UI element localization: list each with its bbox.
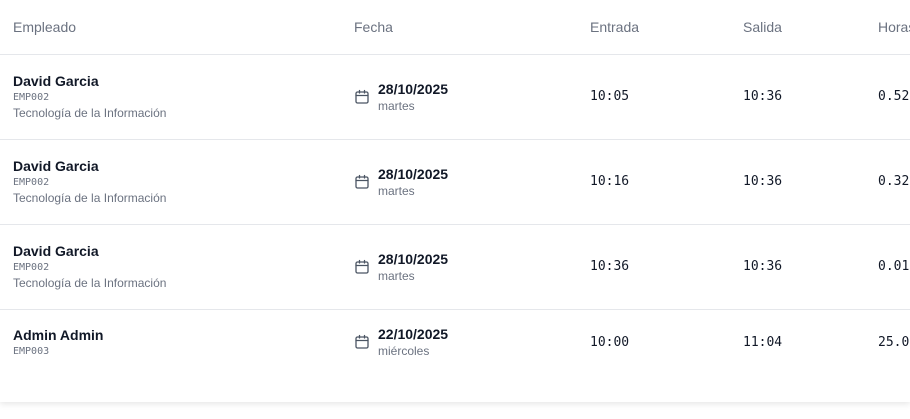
entrada-time: 10:05 bbox=[590, 89, 630, 104]
employee-cell: David Garcia EMP002 Tecnología de la Inf… bbox=[0, 139, 341, 224]
employee-name: David Garcia bbox=[13, 243, 99, 259]
header-fecha[interactable]: Fecha bbox=[341, 0, 577, 55]
header-salida[interactable]: Salida bbox=[730, 0, 865, 55]
date-cell: 22/10/2025 miércoles bbox=[341, 309, 577, 375]
attendance-card: Empleado Fecha Entrada Salida Horas Davi… bbox=[0, 0, 910, 402]
employee-code: EMP002 bbox=[13, 177, 50, 188]
weekday-value: martes bbox=[378, 268, 415, 283]
weekday-value: miércoles bbox=[378, 344, 430, 359]
header-entrada[interactable]: Entrada bbox=[577, 0, 730, 55]
date-cell: 28/10/2025 martes bbox=[341, 139, 577, 224]
header-horas[interactable]: Horas bbox=[865, 0, 910, 55]
employee-code: EMP002 bbox=[13, 92, 50, 103]
employee-cell: David Garcia EMP002 Tecnología de la Inf… bbox=[0, 224, 341, 309]
attendance-table: Empleado Fecha Entrada Salida Horas Davi… bbox=[0, 0, 910, 375]
employee-name: David Garcia bbox=[13, 73, 99, 89]
date-value: 22/10/2025 bbox=[378, 326, 449, 343]
salida-time: 10:36 bbox=[743, 174, 783, 189]
salida-time: 10:36 bbox=[743, 259, 783, 274]
table-header-row: Empleado Fecha Entrada Salida Horas bbox=[0, 0, 910, 55]
table-row[interactable]: David Garcia EMP002 Tecnología de la Inf… bbox=[0, 54, 910, 139]
horas-value: 0.52h bbox=[878, 89, 910, 104]
employee-code: EMP003 bbox=[13, 345, 50, 357]
employee-name: David Garcia bbox=[13, 158, 99, 174]
horas-value: 0.32h bbox=[878, 174, 910, 189]
date-cell: 28/10/2025 martes bbox=[341, 54, 577, 139]
salida-time: 11:04 bbox=[743, 334, 783, 350]
employee-code: EMP002 bbox=[13, 262, 50, 273]
header-empleado[interactable]: Empleado bbox=[0, 0, 341, 55]
employee-cell: Admin Admin EMP003 bbox=[0, 309, 341, 375]
entrada-time: 10:16 bbox=[590, 174, 630, 189]
salida-time: 10:36 bbox=[743, 89, 783, 104]
employee-department: Tecnología de la Información bbox=[13, 276, 167, 290]
table-row[interactable]: Admin Admin EMP003 22/10/2025 miércoles … bbox=[0, 309, 910, 375]
table-row[interactable]: David Garcia EMP002 Tecnología de la Inf… bbox=[0, 224, 910, 309]
table-row[interactable]: David Garcia EMP002 Tecnología de la Inf… bbox=[0, 139, 910, 224]
entrada-time: 10:36 bbox=[590, 259, 630, 274]
employee-department: Tecnología de la Información bbox=[13, 106, 167, 120]
date-value: 28/10/2025 bbox=[378, 250, 449, 267]
weekday-value: martes bbox=[378, 183, 415, 198]
entrada-time: 10:00 bbox=[590, 334, 630, 350]
weekday-value: martes bbox=[378, 98, 415, 113]
calendar-icon bbox=[354, 259, 370, 275]
calendar-icon bbox=[354, 174, 370, 190]
employee-name: Admin Admin bbox=[13, 326, 104, 343]
employee-department: Tecnología de la Información bbox=[13, 191, 167, 205]
calendar-icon bbox=[354, 89, 370, 105]
date-cell: 28/10/2025 martes bbox=[341, 224, 577, 309]
horas-value: 25.07h bbox=[878, 334, 910, 350]
employee-cell: David Garcia EMP002 Tecnología de la Inf… bbox=[0, 54, 341, 139]
date-value: 28/10/2025 bbox=[378, 165, 449, 182]
horas-value: 0.01h bbox=[878, 259, 910, 274]
calendar-icon bbox=[354, 334, 370, 350]
date-value: 28/10/2025 bbox=[378, 80, 449, 97]
